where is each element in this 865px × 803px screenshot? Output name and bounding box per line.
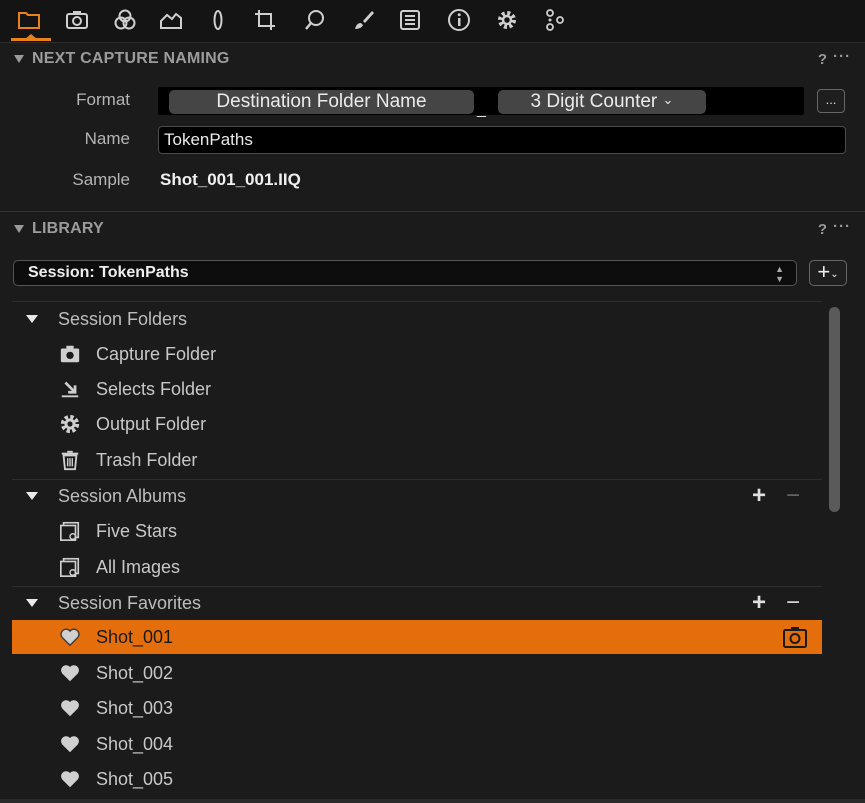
favorite-item-shot-001[interactable]: Shot_001 [12,620,822,654]
collapse-triangle-icon[interactable] [14,225,24,233]
smart-album-icon [58,555,82,579]
selects-icon [58,377,82,401]
all-images-album-item[interactable]: All Images [12,550,822,584]
token-separator: _ [477,101,486,118]
crop-icon[interactable] [250,6,280,34]
tool-tab-bar [0,0,865,43]
favorite-item-shot-002[interactable]: Shot_002 [12,656,822,690]
name-input[interactable] [158,126,846,154]
item-label: Shot_002 [96,662,174,683]
add-collection-button[interactable]: +⌄ [809,260,847,286]
favorite-item-shot-005[interactable]: Shot_005 [12,762,822,796]
help-button[interactable]: ? [818,221,827,238]
exposure-icon[interactable] [156,6,186,34]
chevron-down-icon[interactable]: ⌄ [663,92,674,107]
session-albums-header[interactable]: Session Albums + − [0,479,822,513]
select-arrows-icon: ▲ ▼ [775,264,784,284]
color-circles-icon[interactable] [110,6,140,34]
token-destination-folder-name[interactable]: Destination Folder Name [169,90,474,114]
panel-bottom-edge [0,799,865,803]
smart-album-icon [58,519,82,543]
session-select-value: Session: TokenPaths [28,264,189,281]
disclosure-triangle-icon[interactable] [26,492,38,500]
add-album-button[interactable]: + [752,482,766,510]
heart-icon [58,661,82,685]
remove-favorite-button[interactable]: − [786,589,800,617]
session-favorites-header[interactable]: Session Favorites + − [0,586,822,620]
capture-destination-icon[interactable] [782,625,808,649]
trash-icon [58,448,82,472]
item-label: Shot_001 [96,626,174,647]
capture-folder-item[interactable]: Capture Folder [12,337,822,371]
token-label: 3 Digit Counter [530,91,658,112]
heart-icon [58,767,82,791]
item-label: Capture Folder [96,343,217,364]
item-label: Shot_003 [96,697,174,718]
more-options-button[interactable]: ··· [833,48,851,65]
item-label: Five Stars [96,520,178,541]
five-stars-album-item[interactable]: Five Stars [12,514,822,548]
item-label: Shot_005 [96,768,174,789]
brush-icon[interactable] [348,6,378,34]
library-scrollbar[interactable] [829,307,840,512]
selects-folder-item[interactable]: Selects Folder [12,372,822,406]
nodes-icon[interactable] [540,6,570,34]
add-favorite-button[interactable]: + [752,589,766,617]
favorite-item-shot-003[interactable]: Shot_003 [12,691,822,725]
gear-icon[interactable] [492,6,522,34]
info-icon[interactable] [444,6,474,34]
heart-icon [58,696,82,720]
item-label: Output Folder [96,413,207,434]
group-title: Session Favorites [58,592,202,613]
session-folders-header[interactable]: Session Folders [0,302,822,336]
folder-icon[interactable] [14,6,44,34]
disclosure-triangle-icon[interactable] [26,315,38,323]
favorite-item-shot-004[interactable]: Shot_004 [12,727,822,761]
format-label: Format [76,90,130,109]
collapse-triangle-icon[interactable] [14,55,24,63]
add-caret: ⌄ [830,269,839,280]
name-label: Name [84,129,130,148]
heart-icon [58,732,82,756]
camera-icon [58,342,82,366]
item-label: Shot_004 [96,733,174,754]
session-select[interactable]: Session: TokenPaths ▲ ▼ [13,260,797,286]
active-tab-indicator [11,38,51,41]
camera-icon[interactable] [62,6,92,34]
trash-folder-item[interactable]: Trash Folder [12,443,822,477]
search-icon[interactable] [300,6,330,34]
remove-album-button[interactable]: − [786,482,800,510]
token-3-digit-counter[interactable]: 3 Digit Counter ⌄ [498,90,706,114]
library-header[interactable]: LIBRARY ? ··· [0,214,865,244]
output-folder-item[interactable]: Output Folder [12,407,822,441]
section-title: LIBRARY [32,220,104,237]
item-label: Selects Folder [96,378,212,399]
group-title: Session Folders [58,308,188,329]
item-label: All Images [96,556,181,577]
disclosure-triangle-icon[interactable] [26,599,38,607]
group-title: Session Albums [58,485,187,506]
section-title: NEXT CAPTURE NAMING [32,50,230,67]
sample-label: Sample [72,170,130,189]
gear-icon [58,412,82,436]
lens-icon[interactable] [203,6,233,34]
more-options-button[interactable]: ··· [833,218,851,235]
format-options-button[interactable]: ... [817,89,845,113]
list-icon[interactable] [395,6,425,34]
next-capture-naming-header[interactable]: NEXT CAPTURE NAMING ? ··· [0,44,865,74]
heart-icon [58,625,82,649]
add-label: + [817,259,831,284]
section-divider [0,211,865,212]
help-button[interactable]: ? [818,51,827,68]
item-label: Trash Folder [96,449,198,470]
sample-value: Shot_001_001.IIQ [160,170,301,189]
